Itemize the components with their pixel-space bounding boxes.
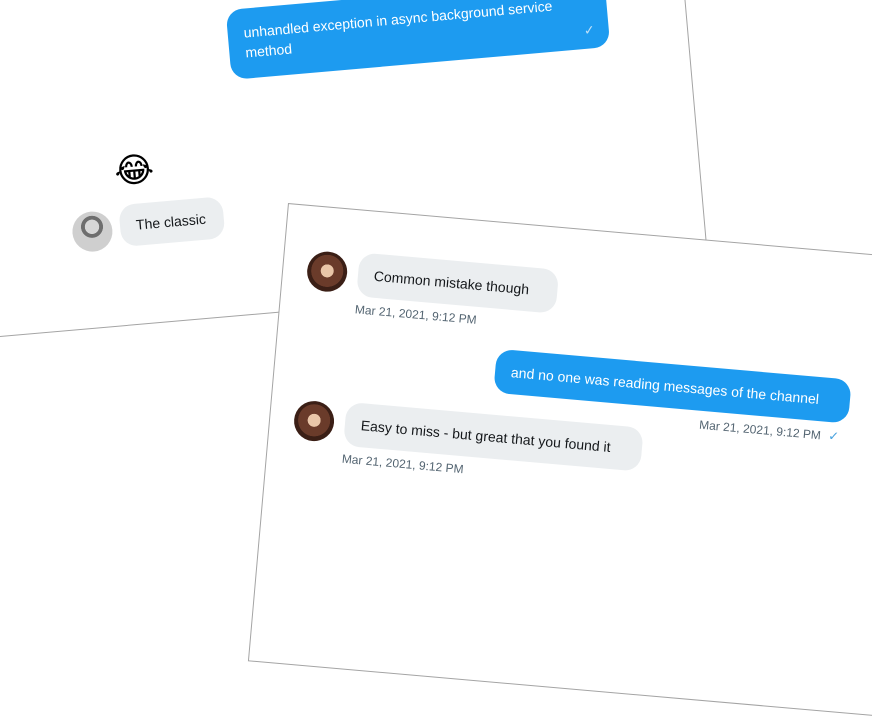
avatar[interactable]: [292, 399, 336, 443]
message-text: Common mistake though: [373, 267, 530, 298]
message-text: unhandled exception in async background …: [242, 0, 553, 61]
outgoing-message-bubble[interactable]: unhandled exception in async background …: [225, 0, 611, 80]
avatar[interactable]: [305, 250, 349, 294]
avatar[interactable]: [70, 209, 115, 254]
message-text: The classic: [135, 210, 207, 233]
laughing-emoji-icon: 😂: [112, 150, 156, 192]
message-text: Easy to miss - but great that you found …: [360, 417, 612, 456]
message-timestamp: Mar 21, 2021, 9:12 PM: [354, 302, 478, 327]
message-text: and no one was reading messages of the c…: [510, 364, 820, 407]
outgoing-message-bubble[interactable]: and no one was reading messages of the c…: [493, 348, 852, 424]
conversation-panel-bottom: Common mistake though Mar 21, 2021, 9:12…: [247, 203, 872, 722]
timestamp-text: Mar 21, 2021, 9:12 PM: [698, 417, 822, 443]
message-timestamp: Mar 21, 2021, 9:12 PM: [341, 451, 465, 477]
read-check-icon: ✓: [827, 427, 840, 444]
read-check-icon: ✓: [583, 22, 596, 38]
incoming-message-bubble[interactable]: The classic: [118, 196, 226, 248]
